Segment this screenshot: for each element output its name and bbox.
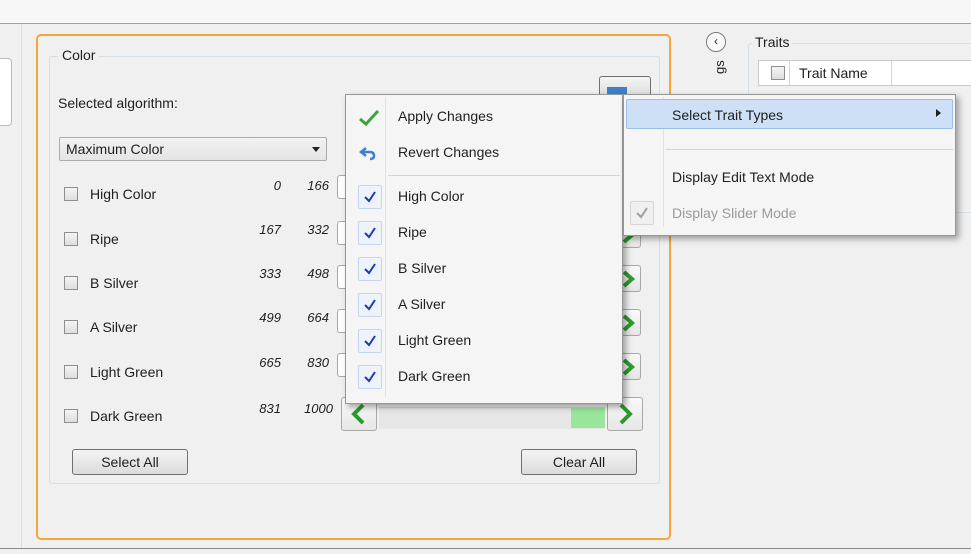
row-label: High Color [90, 186, 157, 202]
check-icon [358, 257, 382, 281]
row-max-value[interactable]: 830 [289, 355, 329, 370]
row-min-value[interactable]: 333 [241, 266, 281, 281]
menu-item-label: Select Trait Types [672, 107, 784, 123]
menu-item-label: Revert Changes [398, 144, 500, 160]
menu-item-a-silver[interactable]: A Silver [346, 287, 622, 323]
menu-item-display-edit-text-mode[interactable]: Display Edit Text Mode [624, 161, 955, 197]
undo-icon [358, 147, 376, 161]
trait-types-menu: Select Trait Types Display Edit Text Mod… [623, 94, 956, 236]
column-divider [891, 61, 892, 85]
bottom-divider [0, 548, 971, 549]
algorithm-dropdown[interactable]: Maximum Color [59, 137, 327, 161]
window-top-band [0, 0, 971, 24]
color-group-title: Color [58, 47, 100, 63]
row-label: Light Green [90, 364, 164, 380]
left-divider [21, 24, 22, 548]
menu-separator [388, 175, 620, 176]
row-min-value[interactable]: 0 [241, 178, 281, 193]
dropdown-arrow-icon [312, 147, 320, 152]
row-checkbox[interactable] [64, 409, 78, 423]
menu-item-revert-changes[interactable]: Revert Changes [346, 135, 622, 171]
collapse-panel-button[interactable]: ‹ [706, 32, 726, 52]
menu-separator [666, 149, 953, 150]
row-checkbox[interactable] [64, 320, 78, 334]
row-label: Ripe [90, 231, 119, 247]
row-min-value[interactable]: 499 [241, 310, 281, 325]
menu-item-b-silver[interactable]: B Silver [346, 251, 622, 287]
select-all-button[interactable]: Select All [72, 449, 188, 475]
menu-item-dark-green[interactable]: Dark Green [346, 359, 622, 395]
menu-item-label: Apply Changes [398, 108, 493, 124]
clear-all-button[interactable]: Clear All [521, 449, 637, 475]
vertical-tab-label[interactable]: gs [712, 60, 727, 74]
row-max-value[interactable]: 498 [289, 266, 329, 281]
check-icon [358, 329, 382, 353]
range-slider-fill[interactable] [571, 408, 605, 428]
row-label: A Silver [90, 319, 138, 335]
traits-group-title: Traits [752, 34, 793, 50]
row-checkbox[interactable] [64, 232, 78, 246]
traits-grid-header: Trait Name [758, 60, 971, 86]
row-max-value[interactable]: 166 [289, 178, 329, 193]
row-min-value[interactable]: 665 [241, 355, 281, 370]
selected-algorithm-label: Selected algorithm: [58, 95, 178, 111]
menu-item-high-color[interactable]: High Color [346, 179, 622, 215]
row-label: B Silver [90, 275, 139, 291]
row-checkbox[interactable] [64, 276, 78, 290]
range-slider-track[interactable] [379, 407, 605, 429]
menu-item-label: Display Slider Mode [672, 205, 797, 221]
menu-item-label: Ripe [398, 224, 427, 240]
select-all-traits-checkbox[interactable] [771, 66, 785, 80]
menu-item-label: Dark Green [398, 368, 471, 384]
menu-item-label: Display Edit Text Mode [672, 169, 815, 185]
menu-item-display-slider-mode: Display Slider Mode [624, 197, 955, 233]
row-min-value[interactable]: 831 [241, 401, 281, 416]
left-panel-stub [0, 58, 12, 126]
menu-item-ripe[interactable]: Ripe [346, 215, 622, 251]
menu-item-light-green[interactable]: Light Green [346, 323, 622, 359]
row-min-value[interactable]: 167 [241, 222, 281, 237]
menu-item-label: High Color [398, 188, 465, 204]
trait-name-column-header[interactable]: Trait Name [799, 65, 868, 81]
row-max-value[interactable]: 664 [289, 310, 329, 325]
checkmark-green-icon [359, 109, 380, 127]
row-label: Dark Green [90, 408, 163, 424]
check-icon [358, 365, 382, 389]
check-icon [358, 185, 382, 209]
chevron-left-icon [351, 403, 365, 425]
menu-item-label: A Silver [398, 296, 446, 312]
row-checkbox[interactable] [64, 365, 78, 379]
context-menu: Apply Changes Revert Changes High Color … [345, 94, 623, 404]
check-icon [358, 221, 382, 245]
row-max-value[interactable]: 332 [289, 222, 329, 237]
menu-item-label: B Silver [398, 260, 447, 276]
chevron-right-icon [619, 403, 633, 425]
check-icon [630, 201, 654, 225]
submenu-arrow-icon [936, 109, 941, 117]
check-icon [358, 293, 382, 317]
row-checkbox[interactable] [64, 187, 78, 201]
menu-item-label: Light Green [398, 332, 472, 348]
menu-item-apply-changes[interactable]: Apply Changes [346, 99, 622, 135]
menu-item-select-trait-types[interactable]: Select Trait Types [624, 95, 955, 131]
column-divider [789, 61, 790, 85]
row-max-value[interactable]: 1000 [293, 401, 333, 416]
algorithm-dropdown-value: Maximum Color [66, 141, 165, 157]
